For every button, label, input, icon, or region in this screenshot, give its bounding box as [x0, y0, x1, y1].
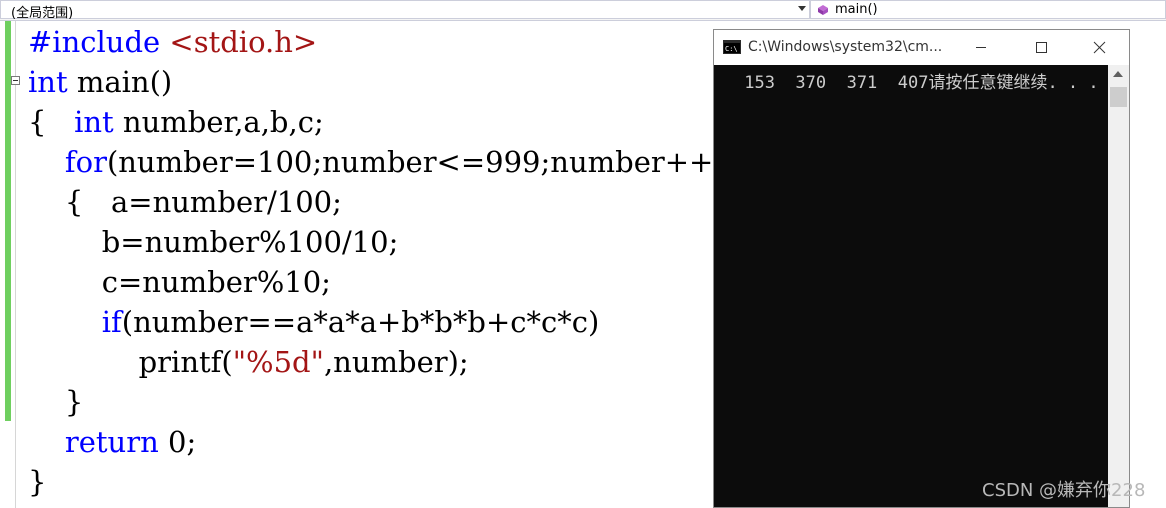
collapse-main-icon[interactable]: [11, 76, 20, 85]
outline-guide-line: [15, 21, 16, 508]
code-line[interactable]: printf("%5d",number);: [28, 342, 725, 382]
console-output: 153 370 371 407请按任意键继续. . .: [734, 73, 1099, 93]
member-dropdown[interactable]: main(): [810, 0, 1166, 19]
code-token: #include: [28, 25, 170, 59]
code-line[interactable]: return 0;: [28, 422, 725, 462]
code-line[interactable]: }: [28, 382, 725, 422]
code-token: }: [28, 465, 47, 499]
code-line[interactable]: }: [28, 462, 725, 502]
code-token: number,a,b,c;: [113, 105, 324, 139]
scope-dropdown[interactable]: (全局范围): [0, 0, 810, 21]
code-line[interactable]: { int number,a,b,c;: [28, 102, 725, 142]
console-window[interactable]: C:\ C:\Windows\system32\cm... 153 370 37…: [713, 29, 1130, 508]
minimize-icon: [976, 47, 986, 48]
code-token: b=number%100/10;: [28, 225, 399, 259]
scroll-up-arrow-icon[interactable]: [1113, 71, 1123, 77]
code-token: ,number);: [323, 345, 469, 379]
console-title: C:\Windows\system32\cm...: [748, 39, 943, 55]
console-app-icon: C:\: [723, 40, 741, 54]
code-line[interactable]: b=number%100/10;: [28, 222, 725, 262]
code-line[interactable]: if(number==a*a*a+b*b*b+c*c*c): [28, 302, 725, 342]
code-token: { a=number/100;: [28, 185, 342, 219]
console-scrollbar[interactable]: [1108, 65, 1129, 507]
maximize-button[interactable]: [1018, 30, 1064, 65]
svg-text:C:\: C:\: [725, 45, 738, 53]
string-token: "%5d": [232, 345, 324, 379]
code-line[interactable]: int main(): [28, 62, 725, 102]
code-line[interactable]: { a=number/100;: [28, 182, 725, 222]
code-token: (number==a*a*a+b*b*b+c*c*c): [121, 305, 600, 339]
navigation-bar: (全局范围) main(): [0, 0, 1166, 21]
code-token: printf(: [28, 345, 233, 379]
scope-dropdown-label: (全局范围): [11, 6, 74, 21]
code-token: main(): [67, 65, 173, 99]
minimize-button[interactable]: [958, 30, 1004, 65]
watermark: CSDN @嫌弃你228: [982, 480, 1146, 501]
chevron-down-icon[interactable]: [798, 6, 806, 11]
code-token: }: [28, 385, 84, 419]
method-icon: [818, 5, 828, 15]
console-titlebar[interactable]: C:\ C:\Windows\system32\cm...: [714, 30, 1129, 65]
code-token: (number=100;number<=999;number++): [106, 145, 725, 179]
code-token: {: [28, 105, 75, 139]
code-editor[interactable]: #include <stdio.h> int main(){ int number…: [28, 22, 725, 502]
maximize-icon: [1036, 42, 1047, 53]
keyword-token: if: [101, 305, 122, 339]
scroll-thumb[interactable]: [1110, 87, 1127, 107]
string-token: <stdio.h>: [169, 25, 318, 59]
close-button[interactable]: [1077, 30, 1123, 65]
code-token: 0;: [158, 425, 197, 459]
close-icon: [1093, 41, 1106, 54]
code-line[interactable]: c=number%10;: [28, 262, 725, 302]
code-line[interactable]: #include <stdio.h>: [28, 22, 725, 62]
code-line[interactable]: for(number=100;number<=999;number++): [28, 142, 725, 182]
member-dropdown-label: main(): [835, 2, 878, 17]
keyword-token: for: [64, 145, 107, 179]
code-token: c=number%10;: [28, 265, 331, 299]
keyword-token: int: [74, 105, 114, 139]
keyword-token: return: [64, 425, 159, 459]
keyword-token: int: [28, 65, 68, 99]
